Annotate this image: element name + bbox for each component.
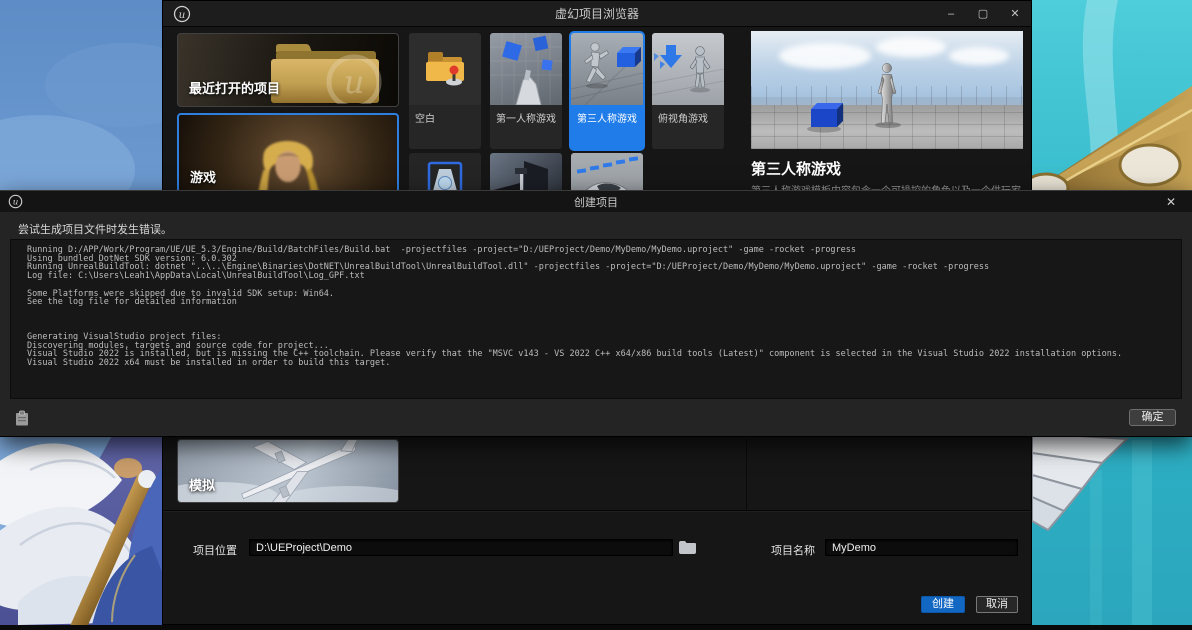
project-location-input[interactable] [249, 539, 673, 556]
blank-template-thumbnail [409, 33, 481, 105]
close-button[interactable]: ✕ [999, 1, 1031, 27]
dialog-close-icon[interactable]: ✕ [1160, 191, 1182, 212]
clipboard-icon [16, 410, 28, 426]
svg-text:u: u [179, 8, 186, 20]
dialog-title: 创建项目 [574, 196, 618, 209]
template-label: 第一人称游戏 [496, 114, 556, 125]
sidebar-item-simulation[interactable]: 模拟 [177, 439, 399, 503]
template-tile-first-person[interactable]: 第一人称游戏 [490, 33, 562, 149]
ok-button[interactable]: 确定 [1129, 409, 1176, 426]
third-person-preview-image [751, 31, 1023, 149]
template-tile-top-down[interactable]: 俯视角游戏 [652, 33, 724, 149]
detail-title: 第三人称游戏 [751, 161, 842, 178]
sidebar-item-recent-projects[interactable]: u 最近打开的项目 [177, 33, 399, 107]
unreal-logo-icon: u [173, 5, 191, 22]
form-divider [163, 510, 1031, 511]
build-log-box[interactable]: Running D:/APP/Work/Program/UE/UE_5.3/En… [10, 239, 1182, 399]
window-titlebar: u 虚幻项目浏览器 – ▢ ✕ [163, 1, 1031, 27]
build-log-text: Running D:/APP/Work/Program/UE/UE_5.3/En… [27, 245, 1123, 369]
browse-folder-button[interactable] [677, 540, 697, 556]
maximize-button[interactable]: ▢ [967, 1, 999, 27]
third-person-thumbnail [571, 33, 643, 105]
template-label: 空白 [415, 114, 435, 125]
template-tile-third-person[interactable]: 第三人称游戏 [571, 33, 643, 149]
sidebar-item-label: 游戏 [190, 170, 217, 185]
template-detail-panel: 第三人称游戏 第三人称游戏模板内容包含一个可操控的角色以及一个供玩家使用的角色。 [751, 31, 1023, 211]
project-location-label: 项目位置 [193, 545, 237, 557]
project-name-label: 项目名称 [771, 545, 815, 557]
template-tile-blank[interactable]: 空白 [409, 33, 481, 149]
sidebar-item-label: 模拟 [189, 478, 216, 493]
gold-folder-icon: u [271, 44, 382, 104]
panel-divider [746, 438, 747, 510]
project-form: 项目位置 项目名称 [163, 539, 1031, 559]
project-name-input[interactable] [825, 539, 1018, 556]
dialog-titlebar: u 创建项目 ✕ [0, 191, 1192, 212]
first-person-thumbnail [490, 33, 562, 105]
svg-text:u: u [344, 63, 365, 101]
template-label: 第三人称游戏 [577, 114, 637, 125]
minimize-button[interactable]: – [935, 1, 967, 27]
create-button[interactable]: 创建 [921, 596, 965, 613]
create-project-dialog: u 创建项目 ✕ 尝试生成项目文件时发生错误。 Running D:/APP/W… [0, 190, 1192, 437]
copy-log-button[interactable] [15, 410, 29, 426]
folder-icon [679, 541, 696, 554]
cancel-button[interactable]: 取消 [976, 596, 1018, 613]
top-down-thumbnail [652, 33, 724, 105]
error-message: 尝试生成项目文件时发生错误。 [18, 224, 172, 236]
window-title: 虚幻项目浏览器 [554, 7, 639, 21]
template-label: 俯视角游戏 [658, 114, 708, 125]
sidebar-item-label: 最近打开的项目 [189, 81, 281, 96]
